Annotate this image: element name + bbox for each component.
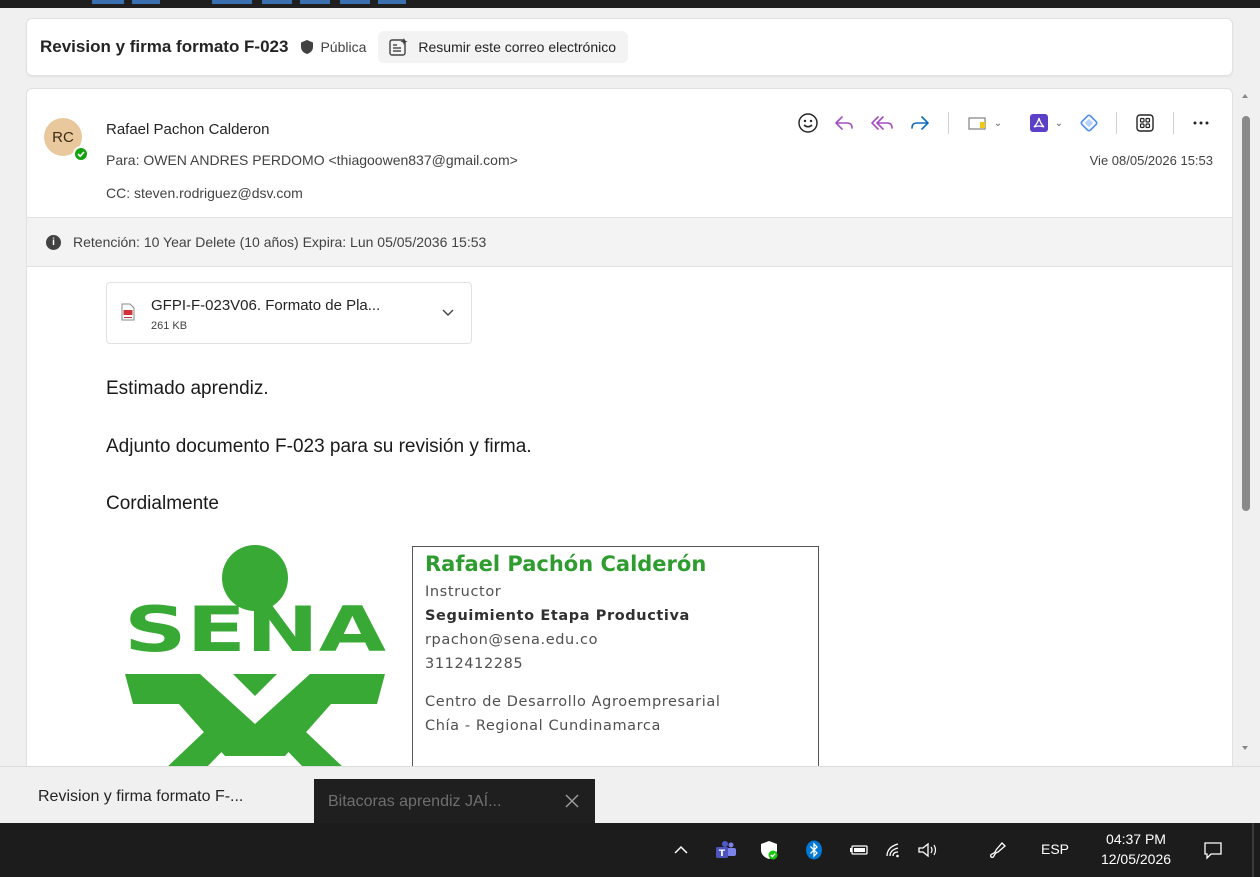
show-desktop-edge[interactable] [1252, 823, 1254, 877]
signature-name: Rafael Pachón Calderón [425, 552, 707, 576]
emoji-icon[interactable] [790, 107, 826, 139]
chevron-up-icon[interactable] [670, 823, 692, 877]
pen-icon[interactable] [984, 823, 1012, 877]
scroll-up-icon[interactable] [1242, 94, 1248, 98]
chevron-down-icon: ⌄ [1054, 117, 1064, 129]
apps-icon[interactable] [1127, 107, 1163, 139]
signature-center: Centro de Desarrollo Agroempresarial [425, 694, 721, 710]
signature-area: Seguimiento Etapa Productiva [425, 608, 690, 624]
sena-logo-image: SENA [124, 545, 386, 767]
retention-banner: i Retención: 10 Year Delete (10 años) Ex… [27, 217, 1232, 267]
signature-role: Instructor [425, 584, 502, 600]
signature-spacer [425, 676, 818, 690]
summarize-icon [388, 37, 410, 57]
toolbar-divider [1116, 112, 1117, 134]
notification-icon[interactable] [1203, 840, 1223, 860]
pdf-app-icon[interactable]: ⌄ [1020, 107, 1072, 139]
clock[interactable]: 04:37 PM 12/05/2026 [1092, 829, 1180, 869]
info-icon: i [46, 234, 61, 250]
retention-text: Retención: 10 Year Delete (10 años) Expi… [73, 234, 487, 250]
window-tab-bar: Revision y firma formato F-... Bitacoras… [0, 766, 1260, 825]
scroll-thumb[interactable] [1242, 116, 1250, 511]
to-recipients[interactable]: Para: OWEN ANDRES PERDOMO <thiagoowen837… [106, 152, 518, 168]
tag-icon[interactable]: ⌄ [959, 107, 1011, 139]
summarize-button[interactable]: Resumir este correo electrónico [378, 31, 629, 63]
message-card: RC Rafael Pachon Calderon Para: OWEN AND… [26, 88, 1233, 768]
signature-region: Chía - Regional Cundinamarca [425, 718, 661, 734]
bluetooth-icon[interactable] [803, 823, 825, 877]
strip-segment [300, 0, 330, 4]
tab-other-label: Bitacoras aprendiz JAÍ... [328, 793, 502, 810]
pdf-file-icon [121, 303, 135, 321]
signature-email[interactable]: rpachon@sena.edu.co [425, 628, 818, 652]
teams-icon[interactable]: T [714, 823, 738, 877]
battery-icon[interactable] [848, 823, 870, 877]
strip-segment [212, 0, 252, 4]
windows-taskbar: T ESP 04:37 PM 12/05/2026 [0, 823, 1260, 877]
body-line: Adjunto documento F-023 para su revisión… [106, 436, 532, 457]
strip-segment [378, 0, 406, 4]
forward-icon[interactable] [902, 107, 938, 139]
subject-title: Revision y firma formato F-023 [40, 37, 289, 56]
signature-phone: 3112412285 [425, 656, 524, 672]
strip-segment [340, 0, 370, 4]
presence-available-icon [73, 146, 89, 162]
sena-logo-text: SENA [124, 593, 386, 666]
reply-all-icon[interactable] [862, 107, 902, 139]
clock-time: 04:37 PM [1106, 831, 1166, 847]
attachment-card[interactable]: GFPI-F-023V06. Formato de Pla... 261 KB [106, 282, 472, 344]
subject-bar: Revision y firma formato F-023 Pública R… [26, 18, 1233, 76]
strip-segment [92, 0, 124, 4]
summarize-label: Resumir este correo electrónico [418, 39, 617, 55]
cc-recipients[interactable]: CC: steven.rodriguez@dsv.com [106, 185, 303, 201]
more-icon[interactable] [1184, 107, 1218, 139]
security-shield-icon[interactable] [758, 823, 780, 877]
language-indicator[interactable]: ESP [1041, 841, 1069, 857]
top-window-strip [0, 0, 1260, 8]
reply-icon[interactable] [826, 107, 862, 139]
tab-active-message[interactable]: Revision y firma formato F-... [22, 781, 302, 813]
wifi-icon[interactable] [882, 823, 906, 877]
strip-segment [262, 0, 292, 4]
attachment-name: GFPI-F-023V06. Formato de Pla... [151, 297, 381, 314]
sensitivity-label[interactable]: Pública [320, 39, 366, 55]
strip-segment [132, 0, 160, 4]
body-greeting: Estimado aprendiz. [106, 378, 269, 399]
vertical-scrollbar[interactable] [1238, 88, 1254, 766]
signature-block: Rafael Pachón Calderón Instructor Seguim… [412, 546, 819, 767]
chevron-down-icon: ⌄ [993, 117, 1003, 129]
message-date: Vie 08/05/2026 15:53 [1089, 153, 1213, 168]
attachment-size: 261 KB [151, 320, 188, 332]
loop-icon[interactable] [1072, 107, 1106, 139]
sender-name[interactable]: Rafael Pachon Calderon [106, 121, 269, 138]
clock-date: 12/05/2026 [1100, 851, 1172, 867]
body-closing: Cordialmente [106, 493, 219, 514]
toolbar-divider [948, 112, 949, 134]
toolbar-divider [1173, 112, 1174, 134]
sensitivity-shield-icon [300, 39, 314, 55]
chevron-down-icon[interactable] [441, 305, 455, 319]
close-icon[interactable] [563, 792, 581, 810]
svg-text:T: T [719, 849, 726, 859]
scroll-down-icon[interactable] [1242, 746, 1248, 750]
volume-icon[interactable] [914, 823, 942, 877]
tab-other-message[interactable]: Bitacoras aprendiz JAÍ... [314, 779, 595, 825]
message-toolbar: ⌄ ⌄ [790, 107, 1218, 139]
